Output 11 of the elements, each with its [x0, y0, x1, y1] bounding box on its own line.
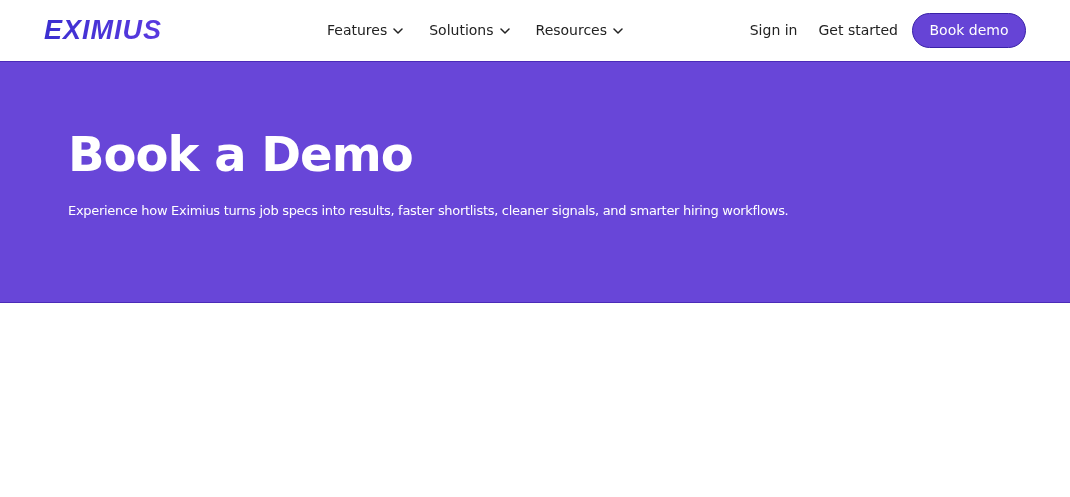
sign-in-link[interactable]: Sign in: [749, 20, 798, 41]
get-started-link[interactable]: Get started: [818, 20, 898, 41]
chevron-down-icon: [613, 27, 624, 34]
book-demo-button[interactable]: Book demo: [912, 13, 1026, 48]
nav-menu-item[interactable]: Solutions: [429, 20, 510, 41]
nav-menu-item[interactable]: Resources: [535, 20, 624, 41]
page-title: Book a Demo: [68, 130, 414, 178]
chevron-down-icon: [393, 27, 404, 34]
nav-menu-item[interactable]: Features: [327, 20, 404, 41]
chevron-down-icon: [499, 27, 510, 34]
hero-subtitle: Experience how Eximius turns job specs into results, faster shortlists, cleaner signals, and smarter hiring workflows.: [68, 204, 790, 217]
